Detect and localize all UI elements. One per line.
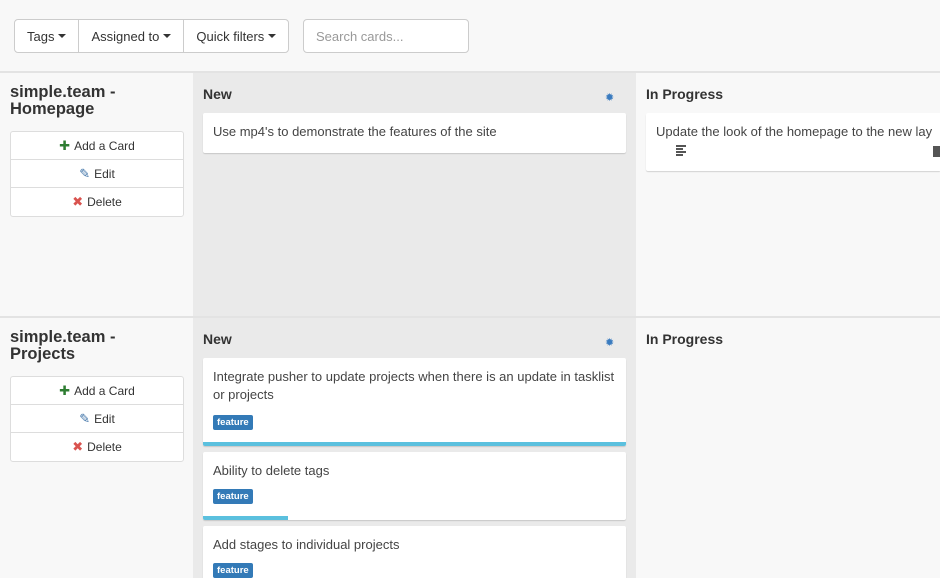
project-board-homepage: simple.team - Homepage ✚ Add a Card ✎ Ed… [0, 73, 940, 318]
pencil-icon: ✎ [79, 165, 91, 181]
stage-column-in-progress: In Progress [636, 318, 940, 578]
card[interactable]: Integrate pusher to update projects when… [203, 358, 626, 446]
stage-title: New [203, 331, 232, 347]
plus-icon: ✚ [59, 137, 71, 153]
card[interactable]: Add stages to individual projects featur… [203, 526, 626, 578]
delete-project-button[interactable]: ✖ Delete [11, 433, 183, 461]
add-card-label: Add a Card [74, 138, 135, 153]
card-title: Use mp4's to demonstrate the features of… [213, 124, 497, 139]
search-cards-input[interactable] [303, 19, 469, 53]
assigned-to-filter-label: Assigned to [91, 28, 160, 44]
add-card-button[interactable]: ✚ Add a Card [11, 377, 183, 405]
project-board-projects: simple.team - Projects ✚ Add a Card ✎ Ed… [0, 318, 940, 578]
tag-badge: feature [213, 415, 253, 430]
delete-label: Delete [87, 195, 122, 209]
stage-column-new: New ✹ Use mp4's to demonstrate the featu… [193, 73, 636, 316]
card[interactable]: Use mp4's to demonstrate the features of… [203, 113, 626, 153]
stage-column-new: New ✹ Integrate pusher to update project… [193, 318, 636, 578]
gear-icon[interactable]: ✹ [605, 93, 615, 104]
project-title: simple.team - Homepage [10, 83, 116, 118]
edit-project-button[interactable]: ✎ Edit [11, 160, 183, 188]
project-column: simple.team - Homepage ✚ Add a Card ✎ Ed… [0, 73, 193, 316]
stage-column-in-progress: In Progress Update the look of the homep… [636, 73, 940, 316]
card-title: Ability to delete tags [213, 463, 330, 478]
card-title: Integrate pusher to update projects when… [213, 369, 615, 402]
x-icon: ✖ [72, 439, 84, 454]
card-progress-bar [203, 516, 288, 520]
pencil-icon: ✎ [79, 410, 91, 426]
card-title: Update the look of the homepage to the n… [656, 124, 933, 139]
project-title: simple.team - Projects [10, 328, 116, 363]
plus-icon: ✚ [59, 382, 71, 398]
assigned-to-filter-button[interactable]: Assigned to [79, 20, 185, 52]
card-progress-bar [203, 442, 626, 446]
card[interactable]: Update the look of the homepage to the n… [646, 113, 940, 171]
tags-filter-label: Tags [27, 28, 55, 44]
tags-filter-button[interactable]: Tags [15, 20, 80, 52]
stage-title: New [203, 86, 232, 102]
caret-down-icon [163, 34, 172, 38]
quick-filters-button[interactable]: Quick filters [184, 20, 289, 52]
delete-label: Delete [87, 440, 122, 454]
stage-title: In Progress [646, 86, 724, 102]
add-card-label: Add a Card [74, 383, 135, 398]
project-column: simple.team - Projects ✚ Add a Card ✎ Ed… [0, 318, 193, 578]
project-actions: ✚ Add a Card ✎ Edit ✖ Delete [10, 376, 184, 462]
project-actions: ✚ Add a Card ✎ Edit ✖ Delete [10, 131, 184, 217]
add-card-button[interactable]: ✚ Add a Card [11, 132, 183, 160]
card-title: Add stages to individual projects [213, 537, 400, 552]
caret-down-icon [268, 34, 277, 38]
tag-badge: feature [213, 563, 253, 578]
toolbar: Tags Assigned to Quick filters [0, 0, 940, 73]
edit-label: Edit [94, 166, 115, 181]
description-icon [676, 145, 686, 156]
edit-label: Edit [94, 411, 115, 426]
edit-project-button[interactable]: ✎ Edit [11, 405, 183, 433]
stage-title: In Progress [646, 331, 724, 347]
gear-icon[interactable]: ✹ [605, 338, 615, 349]
caret-down-icon [58, 34, 67, 38]
tag-badge: feature [213, 489, 253, 504]
delete-project-button[interactable]: ✖ Delete [11, 188, 183, 216]
checklist-icon [933, 146, 940, 157]
x-icon: ✖ [72, 194, 84, 209]
quick-filters-label: Quick filters [196, 28, 265, 44]
filter-button-group: Tags Assigned to Quick filters [14, 19, 290, 53]
card[interactable]: Ability to delete tags feature [203, 452, 626, 520]
